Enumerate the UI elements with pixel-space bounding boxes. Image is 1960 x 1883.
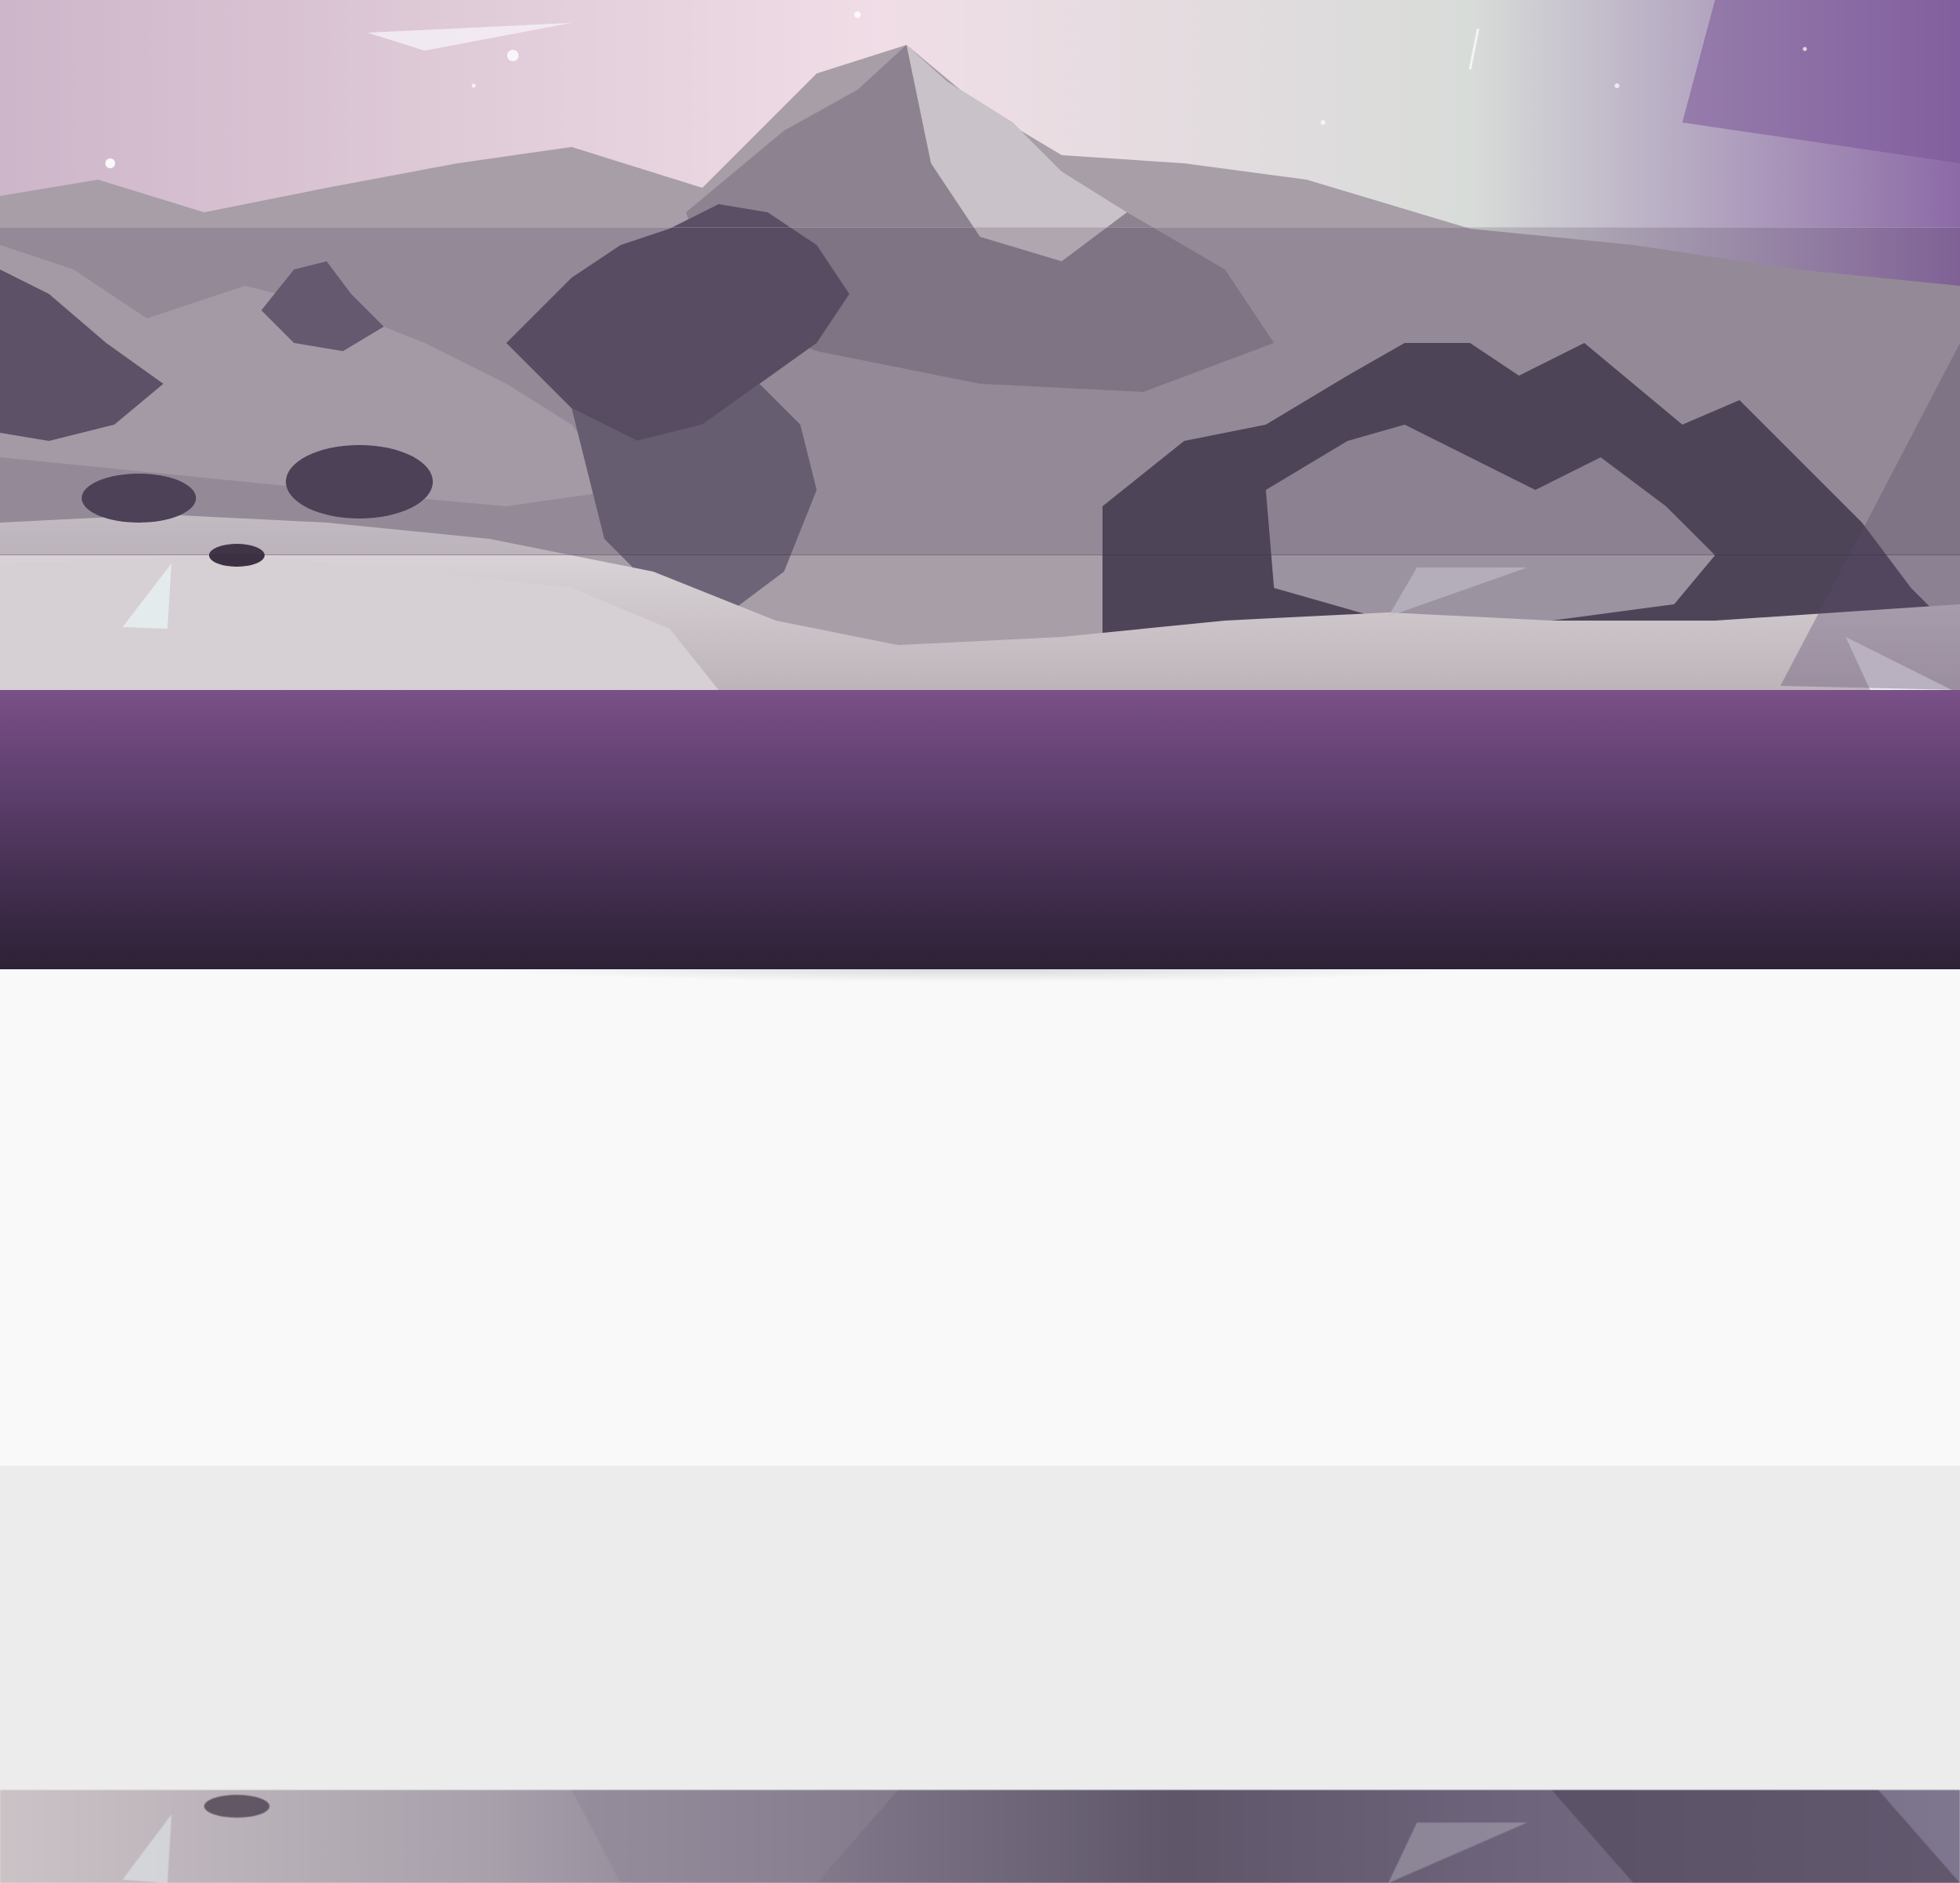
footer-banner <box>0 1790 1960 1883</box>
hero-overlay-band <box>0 227 1960 555</box>
header-shadow <box>490 969 1470 982</box>
secondary-section <box>0 1466 1960 1790</box>
header-bar <box>0 690 1960 969</box>
hero-banner <box>0 0 1960 690</box>
content-section <box>0 969 1960 1466</box>
footer-landscape-image <box>122 1790 1960 1883</box>
